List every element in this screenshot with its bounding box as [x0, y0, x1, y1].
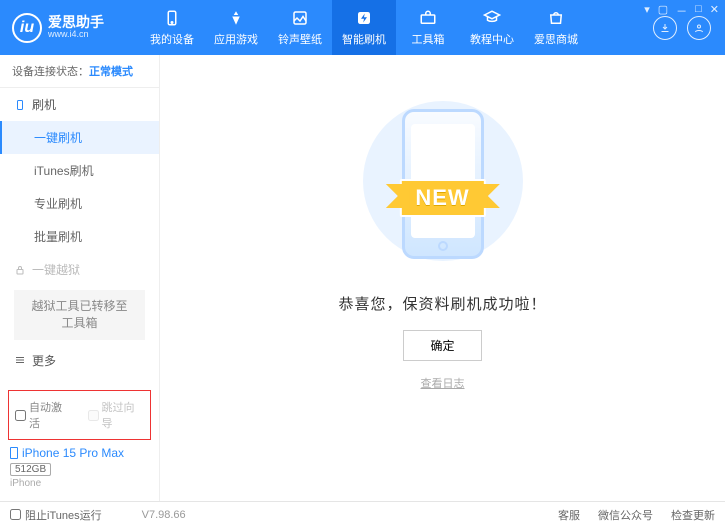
skin-icon[interactable]: ▢ [658, 3, 668, 19]
nav-flash[interactable]: 智能刷机 [332, 0, 396, 55]
sidebar-label: 刷机 [32, 96, 56, 113]
ok-button[interactable]: 确定 [403, 330, 481, 361]
nav-apps[interactable]: 应用游戏 [204, 0, 268, 55]
close-icon[interactable]: ✕ [710, 3, 719, 19]
sidebar-item-oneclick[interactable]: 一键刷机 [0, 121, 159, 154]
nav-ringtones[interactable]: 铃声壁纸 [268, 0, 332, 55]
footer-wechat[interactable]: 微信公众号 [598, 507, 653, 523]
block-itunes-checkbox[interactable]: 阻止iTunes运行 [10, 507, 102, 523]
nav-label: 我的设备 [150, 31, 194, 47]
sidebar-label: 更多 [32, 352, 56, 369]
device-info[interactable]: iPhone 15 Pro Max 512GB iPhone [8, 440, 151, 495]
success-illustration: NEW [363, 91, 523, 271]
logo-icon: iu [12, 13, 42, 43]
minimize-icon[interactable]: － [676, 3, 687, 19]
apps-icon [226, 8, 246, 28]
device-icon [162, 8, 182, 28]
auto-activate-checkbox[interactable]: 自动激活 [15, 399, 72, 431]
menu-icon[interactable]: ▾ [644, 3, 650, 19]
nav-toolbox[interactable]: 工具箱 [396, 0, 460, 55]
nav-shop[interactable]: 爱思商城 [524, 0, 588, 55]
sidebar-jailbreak-note[interactable]: 越狱工具已转移至 工具箱 [14, 290, 145, 340]
logo[interactable]: iu 爱思助手 www.i4.cn [0, 13, 140, 43]
nav-label: 应用游戏 [214, 31, 258, 47]
success-message: 恭喜您，保资料刷机成功啦！ [338, 293, 546, 314]
user-button[interactable] [687, 16, 711, 40]
logo-url: www.i4.cn [48, 30, 104, 40]
sidebar-label: 一键越狱 [32, 261, 80, 278]
sidebar-section-more[interactable]: 更多 [0, 344, 159, 377]
nav-label: 工具箱 [412, 31, 445, 47]
download-button[interactable] [653, 16, 677, 40]
nav-label: 教程中心 [470, 31, 514, 47]
device-status: 设备连接状态：正常模式 [0, 55, 159, 88]
sidebar-item-itunes[interactable]: iTunes刷机 [0, 154, 159, 187]
nav-label: 智能刷机 [342, 31, 386, 47]
footer-support[interactable]: 客服 [558, 507, 580, 523]
nav-my-device[interactable]: 我的设备 [140, 0, 204, 55]
toolbox-icon [418, 8, 438, 28]
view-log-link[interactable]: 查看日志 [421, 375, 465, 391]
sidebar-item-batch[interactable]: 批量刷机 [0, 220, 159, 253]
tutorial-icon [482, 8, 502, 28]
logo-title: 爱思助手 [48, 15, 104, 30]
nav-tutorials[interactable]: 教程中心 [460, 0, 524, 55]
skip-guide-checkbox[interactable]: 跳过向导 [88, 399, 145, 431]
version-label: V7.98.66 [142, 509, 186, 521]
device-name-label: iPhone 15 Pro Max [22, 446, 124, 460]
flash-icon [354, 8, 374, 28]
new-ribbon: NEW [399, 179, 485, 217]
phone-mini-icon [10, 447, 18, 459]
maximize-icon[interactable]: □ [695, 3, 702, 19]
sidebar-section-jailbreak: 一键越狱 [0, 253, 159, 286]
shop-icon [546, 8, 566, 28]
sidebar-item-other[interactable]: 其他工具 [0, 377, 159, 384]
sidebar-item-pro[interactable]: 专业刷机 [0, 187, 159, 220]
lock-icon [14, 264, 26, 276]
nav-label: 铃声壁纸 [278, 31, 322, 47]
storage-badge: 512GB [10, 463, 51, 476]
options-highlight-box: 自动激活 跳过向导 [8, 390, 151, 440]
nav-label: 爱思商城 [534, 31, 578, 47]
wallpaper-icon [290, 8, 310, 28]
sidebar-section-flash[interactable]: 刷机 [0, 88, 159, 121]
device-type: iPhone [10, 478, 149, 489]
footer-update[interactable]: 检查更新 [671, 507, 715, 523]
more-icon [14, 354, 26, 366]
flash-small-icon [14, 99, 26, 111]
